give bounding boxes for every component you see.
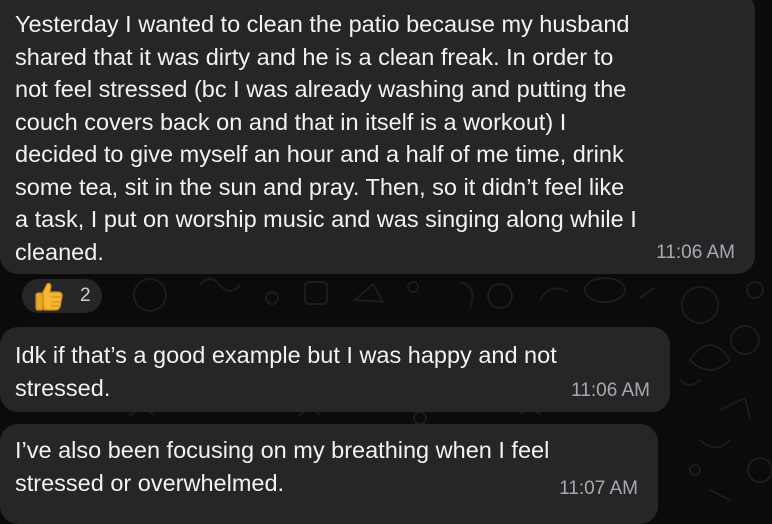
thumbs-up-icon: [32, 279, 66, 313]
partial-reaction-badge[interactable]: [22, 504, 82, 524]
reaction-badge[interactable]: 2: [19, 276, 105, 316]
message-timestamp: 11:07 AM: [559, 478, 638, 499]
message-text: Idk if that’s a good example but I was h…: [15, 342, 557, 401]
message-bubble-2[interactable]: Idk if that’s a good example but I was h…: [0, 327, 670, 412]
message-bubble-3[interactable]: I’ve also been focusing on my breathing …: [0, 424, 658, 524]
message-timestamp: 11:06 AM: [571, 380, 650, 401]
message-timestamp: 11:06 AM: [656, 242, 735, 263]
message-text: Yesterday I wanted to clean the patio be…: [15, 11, 637, 265]
reaction-count: 2: [80, 285, 91, 306]
message-bubble-1[interactable]: Yesterday I wanted to clean the patio be…: [0, 0, 755, 274]
message-text: I’ve also been focusing on my breathing …: [15, 437, 550, 496]
